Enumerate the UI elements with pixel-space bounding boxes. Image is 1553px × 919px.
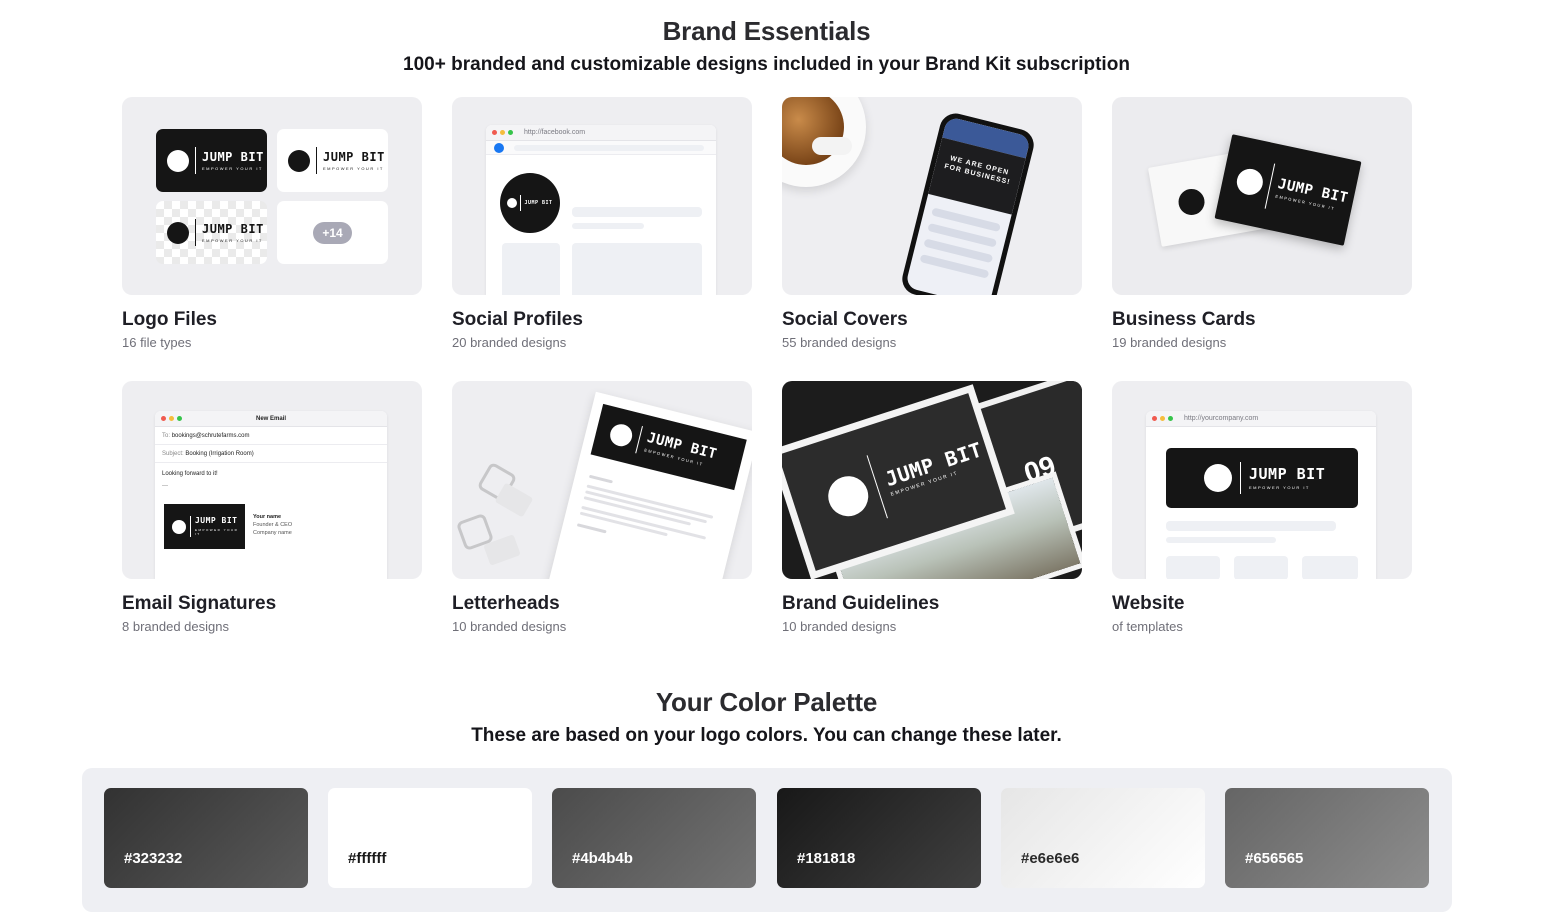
swatch-hex: #ffffff bbox=[348, 850, 387, 867]
swatch-hex: #656565 bbox=[1245, 850, 1304, 867]
letterhead-paper: JUMP BIT EMPOWER YOUR IT bbox=[545, 391, 752, 579]
browser-url: http://yourcompany.com bbox=[1184, 415, 1259, 422]
card-website[interactable]: http://yourcompany.com JUMP BIT EMPOWER Y… bbox=[1112, 381, 1412, 634]
logo-files-thumbnail[interactable]: JUMP BIT EMPOWER YOUR IT JUMP BIT EMPOWER … bbox=[122, 97, 422, 295]
card-letterheads[interactable]: JUMP BIT EMPOWER YOUR IT Letterheads 10 b… bbox=[452, 381, 752, 634]
section-subtitle-color-palette: These are based on your logo colors. You… bbox=[471, 725, 1062, 746]
card-subtitle: 19 branded designs bbox=[1112, 335, 1227, 350]
website-thumbnail[interactable]: http://yourcompany.com JUMP BIT EMPOWER Y… bbox=[1112, 381, 1412, 579]
letterhead-logo: JUMP BIT EMPOWER YOUR IT bbox=[590, 403, 747, 491]
signature-logo: JUMP BIT EMPOWER YOUR IT bbox=[164, 504, 245, 549]
profile-avatar-logo: JUMP BIT bbox=[500, 173, 560, 233]
color-swatch[interactable]: #656565 bbox=[1225, 788, 1429, 888]
swatch-hex: #4b4b4b bbox=[572, 850, 633, 867]
business-cards-thumbnail[interactable]: JUMP BIT EMPOWER YOUR IT bbox=[1112, 97, 1412, 295]
email-signatures-thumbnail[interactable]: New Email To: bookings@schrutefarms.com … bbox=[122, 381, 422, 579]
card-title: Business Cards bbox=[1112, 309, 1256, 330]
section-title-brand-essentials: Brand Essentials bbox=[662, 16, 871, 46]
social-covers-thumbnail[interactable]: WE ARE OPEN FOR BUSINESS! bbox=[782, 97, 1082, 295]
card-title: Social Profiles bbox=[452, 309, 583, 330]
card-subtitle: 8 branded designs bbox=[122, 619, 229, 634]
website-hero-logo: JUMP BIT EMPOWER YOUR IT bbox=[1166, 448, 1358, 508]
color-swatch[interactable]: #ffffff bbox=[328, 788, 532, 888]
color-swatch[interactable]: #181818 bbox=[777, 788, 981, 888]
email-body: Looking forward to it! bbox=[162, 471, 218, 477]
logo-tile-transparent: JUMP BIT EMPOWER YOUR IT bbox=[156, 201, 267, 264]
email-window-title: New Email bbox=[255, 415, 286, 422]
signature-details: Your name Founder & CEO Company name bbox=[253, 514, 293, 536]
color-swatch[interactable]: #323232 bbox=[104, 788, 308, 888]
coffee-cup-handle bbox=[812, 137, 852, 155]
browser-url: http://facebook.com bbox=[524, 129, 586, 136]
card-subtitle: 10 branded designs bbox=[452, 619, 567, 634]
swatch-hex: #e6e6e6 bbox=[1021, 850, 1080, 867]
facebook-icon bbox=[494, 143, 504, 153]
binder-clips-image bbox=[455, 461, 548, 579]
social-profiles-thumbnail[interactable]: http://facebook.com JUMP BIT bbox=[452, 97, 752, 295]
card-logo-files[interactable]: JUMP BIT EMPOWER YOUR IT JUMP BIT EMPOWER … bbox=[122, 97, 422, 350]
email-subject: Booking (Irrigation Room) bbox=[185, 451, 254, 457]
brand-guidelines-thumbnail[interactable]: 09 JUMP BIT EMPOWER YOUR IT bbox=[782, 381, 1082, 579]
card-title: Brand Guidelines bbox=[782, 593, 940, 614]
phone-mock: WE ARE OPEN FOR BUSINESS! bbox=[898, 110, 1038, 295]
swatch-hex: #323232 bbox=[124, 850, 183, 867]
color-swatch[interactable]: #e6e6e6 bbox=[1001, 788, 1205, 888]
email-to: bookings@schrutefarms.com bbox=[171, 433, 250, 439]
color-swatch[interactable]: #4b4b4b bbox=[552, 788, 756, 888]
section-subtitle-brand-essentials: 100+ branded and customizable designs in… bbox=[403, 54, 1130, 75]
more-count-badge: +14 bbox=[313, 221, 352, 244]
card-subtitle: 20 branded designs bbox=[452, 335, 567, 350]
logo-tile-light: JUMP BIT EMPOWER YOUR IT bbox=[277, 129, 388, 192]
email-window-mock: New Email To: bookings@schrutefarms.com … bbox=[155, 411, 387, 579]
card-subtitle: 55 branded designs bbox=[782, 335, 897, 350]
section-title-color-palette: Your Color Palette bbox=[655, 687, 878, 717]
card-title: Logo Files bbox=[122, 309, 217, 330]
card-subtitle: of templates bbox=[1112, 619, 1183, 634]
logo-tile-dark: JUMP BIT EMPOWER YOUR IT bbox=[156, 129, 267, 192]
card-social-profiles[interactable]: http://facebook.com JUMP BIT Social Prof… bbox=[452, 97, 752, 350]
card-title: Social Covers bbox=[782, 309, 908, 330]
card-brand-guidelines[interactable]: 09 JUMP BIT EMPOWER YOUR IT Brand Guideli… bbox=[782, 381, 1082, 634]
card-business-cards[interactable]: JUMP BIT EMPOWER YOUR IT Business Cards 1… bbox=[1112, 97, 1412, 350]
color-palette: #323232 #ffffff #4b4b4b #181818 #e6e6e6 … bbox=[82, 768, 1452, 912]
swatch-hex: #181818 bbox=[797, 850, 856, 867]
card-title: Email Signatures bbox=[122, 593, 277, 614]
website-browser-mock: http://yourcompany.com JUMP BIT EMPOWER Y… bbox=[1146, 411, 1376, 579]
letterheads-thumbnail[interactable]: JUMP BIT EMPOWER YOUR IT bbox=[452, 381, 752, 579]
more-logo-files-tile: +14 bbox=[277, 201, 388, 264]
card-title: Letterheads bbox=[452, 593, 560, 614]
card-email-signatures[interactable]: New Email To: bookings@schrutefarms.com … bbox=[122, 381, 422, 634]
facebook-browser-mock: http://facebook.com JUMP BIT bbox=[486, 125, 716, 295]
card-title: Website bbox=[1112, 593, 1185, 614]
card-subtitle: 10 branded designs bbox=[782, 619, 897, 634]
card-social-covers[interactable]: WE ARE OPEN FOR BUSINESS! Social Covers … bbox=[782, 97, 1082, 350]
card-subtitle: 16 file types bbox=[122, 335, 192, 350]
